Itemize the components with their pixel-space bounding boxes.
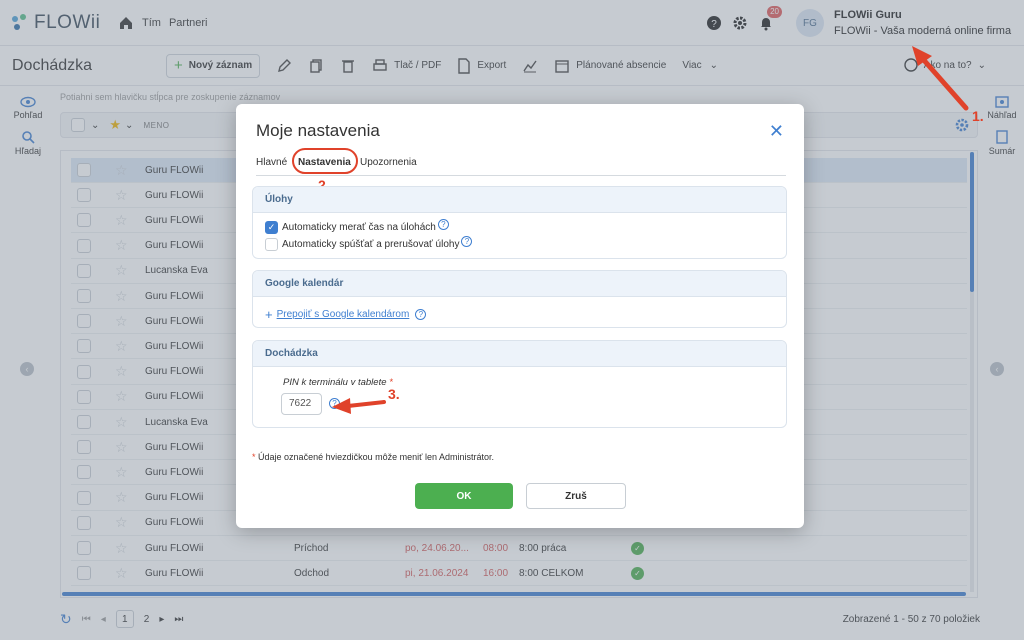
annotation-step-1: 1. [972, 108, 984, 124]
annotation-step-3: 3. [388, 386, 400, 402]
arrow-1 [912, 46, 969, 111]
annotation-arrows [332, 46, 969, 414]
arrow-3 [332, 398, 386, 414]
